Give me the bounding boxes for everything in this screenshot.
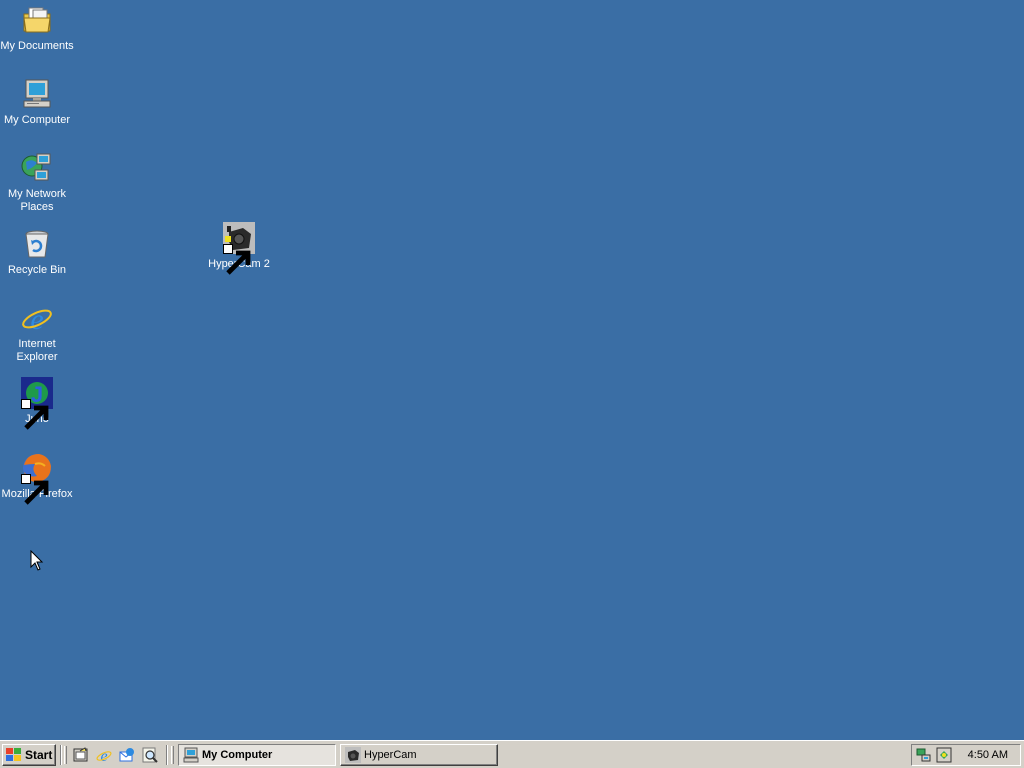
show-desktop-icon: [73, 747, 88, 762]
windows-logo-icon: [6, 748, 21, 761]
desktop-icon-my-documents[interactable]: My Documents: [0, 4, 74, 53]
desktop-icon-label: My Computer: [3, 114, 71, 126]
desktop-icon-juno[interactable]: J Juno: [0, 377, 74, 430]
internet-explorer-icon: e: [96, 748, 112, 763]
task-button-my-computer[interactable]: My Computer: [178, 744, 336, 766]
quicklaunch-grip[interactable]: [64, 746, 67, 764]
desktop-icon-hypercam-2[interactable]: HyperCam 2: [202, 222, 276, 275]
mouse-cursor-icon: [30, 550, 44, 571]
hypercam-icon: [345, 747, 361, 763]
taskbar-separator: [60, 745, 62, 765]
desktop-icon-label: Recycle Bin: [7, 264, 67, 276]
quicklaunch-outlook-express[interactable]: [118, 746, 136, 764]
desktop-icon-my-network-places[interactable]: My Network Places: [0, 152, 74, 214]
svg-text:e: e: [100, 748, 107, 763]
desktop-icon-label: Internet Explorer: [16, 338, 58, 363]
start-label: Start: [25, 748, 53, 762]
system-tray: 4:50 AM: [911, 744, 1021, 766]
quicklaunch-show-desktop[interactable]: [72, 746, 90, 764]
taskbar-separator: [166, 745, 168, 765]
clock[interactable]: 4:50 AM: [968, 749, 1008, 761]
desktop[interactable]: My Documents My Computer My Network Plac…: [0, 0, 1024, 740]
internet-explorer-icon: e: [21, 302, 53, 334]
desktop-icon-label: My Documents: [0, 40, 74, 52]
network-places-icon: [21, 152, 53, 184]
shortcut-arrow-icon: [21, 399, 49, 430]
desktop-icon-recycle-bin[interactable]: Recycle Bin: [0, 228, 74, 277]
desktop-icon-internet-explorer[interactable]: e Internet Explorer: [0, 302, 74, 364]
quicklaunch-internet-explorer[interactable]: e: [95, 746, 113, 764]
search-icon: [142, 747, 158, 763]
task-label: HyperCam: [364, 749, 417, 761]
firefox-icon: [21, 452, 53, 505]
recycle-bin-icon: [21, 228, 53, 260]
task-label: My Computer: [202, 749, 273, 761]
taskbar: Start e My Computer HyperCam 4:50 AM: [0, 740, 1024, 768]
svg-text:e: e: [30, 303, 43, 334]
desktop-icon-my-computer[interactable]: My Computer: [0, 78, 74, 127]
folder-documents-icon: [21, 4, 53, 36]
shortcut-arrow-icon: [21, 474, 49, 505]
task-button-hypercam[interactable]: HyperCam: [340, 744, 498, 766]
tasklist-grip[interactable]: [171, 746, 174, 764]
computer-icon: [21, 78, 53, 110]
shortcut-arrow-icon: [223, 244, 251, 275]
computer-icon: [183, 747, 199, 763]
outlook-express-icon: [119, 748, 134, 762]
hypercam-icon: [223, 222, 255, 275]
start-button[interactable]: Start: [2, 744, 56, 766]
juno-icon: J: [21, 377, 53, 430]
hypercam-tray-icon[interactable]: [936, 747, 952, 763]
desktop-icon-label: My Network Places: [7, 188, 67, 213]
quicklaunch-search[interactable]: [141, 746, 159, 764]
desktop-icon-mozilla-firefox[interactable]: Mozilla Firefox: [0, 452, 74, 505]
network-icon[interactable]: [916, 747, 932, 763]
